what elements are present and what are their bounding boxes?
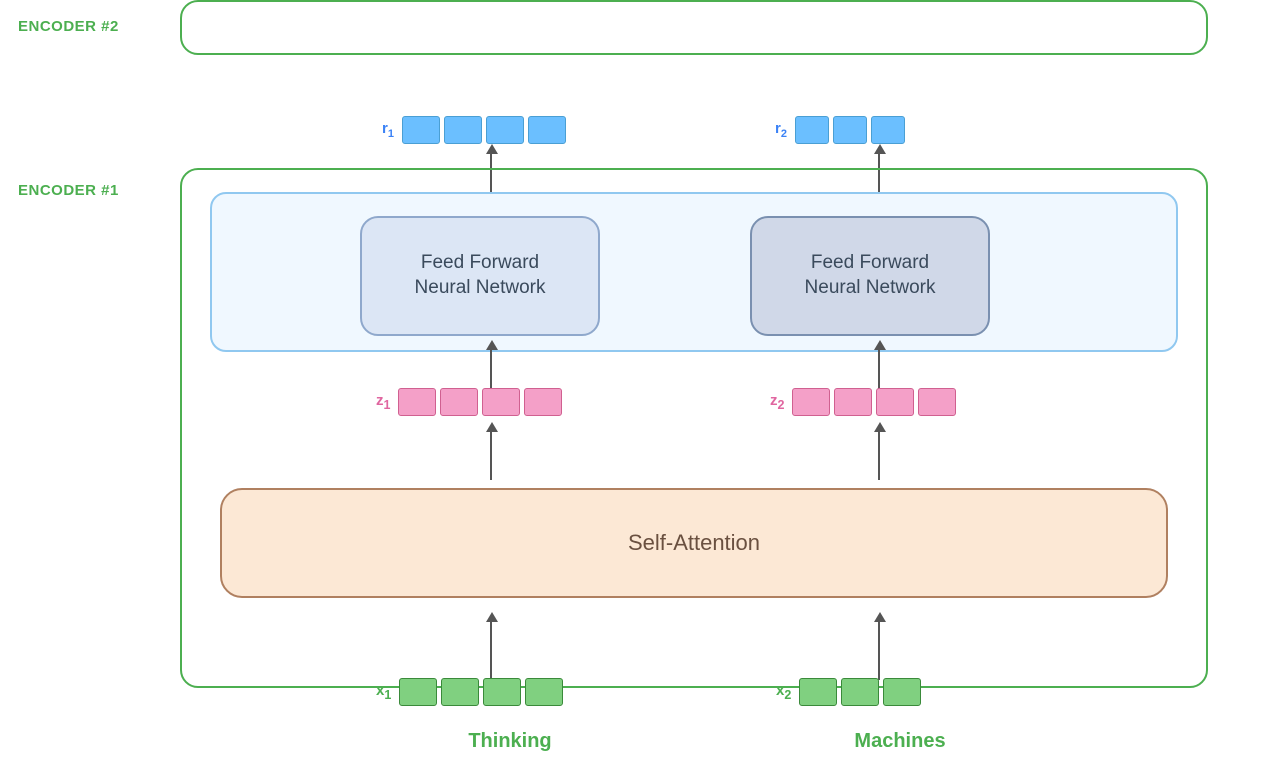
x2-cell-2: [841, 678, 879, 706]
z2-label: z2: [770, 392, 784, 412]
r2-cell-1: [795, 116, 829, 144]
word-machines-label: Machines: [820, 730, 980, 753]
x2-label: x2: [776, 682, 791, 702]
ffnn-right-text: Feed ForwardNeural Network: [805, 251, 936, 300]
x1-cell-2: [441, 678, 479, 706]
x1-label: x1: [376, 682, 391, 702]
diagram-container: ENCODER #2 r1 r2 ENCODER #1 Feed Forward…: [0, 0, 1268, 771]
vector-z1: z1: [376, 388, 562, 416]
x1-cell-4: [525, 678, 563, 706]
arrow-x2-to-sa: [878, 620, 880, 680]
ffnn-left-box: Feed ForwardNeural Network: [360, 216, 600, 336]
ffnn-right-box: Feed ForwardNeural Network: [750, 216, 990, 336]
encoder2-label: ENCODER #2: [18, 18, 119, 35]
x2-cell-3: [883, 678, 921, 706]
r1-label: r1: [382, 120, 394, 140]
vector-x1: x1: [376, 678, 563, 706]
z1-label: z1: [376, 392, 390, 412]
arrow-sa-to-z1: [490, 430, 492, 480]
z2-cell-3: [876, 388, 914, 416]
ffnn-section: [210, 192, 1178, 352]
encoder1-label: ENCODER #1: [18, 182, 119, 199]
r2-label: r2: [775, 120, 787, 140]
r2-cell-2: [833, 116, 867, 144]
z2-cell-1: [792, 388, 830, 416]
r1-cell-1: [402, 116, 440, 144]
ffnn-left-text: Feed ForwardNeural Network: [415, 251, 546, 300]
x1-cell-1: [399, 678, 437, 706]
r1-cell-3: [486, 116, 524, 144]
self-attention-text: Self-Attention: [628, 530, 760, 556]
vector-r2: r2: [775, 116, 905, 144]
z2-cell-4: [918, 388, 956, 416]
self-attention-box: Self-Attention: [220, 488, 1168, 598]
vector-z2: z2: [770, 388, 956, 416]
vector-x2: x2: [776, 678, 921, 706]
z1-cell-2: [440, 388, 478, 416]
word-thinking-label: Thinking: [430, 730, 590, 753]
arrow-sa-to-z2: [878, 430, 880, 480]
r1-cell-4: [528, 116, 566, 144]
encoder2-box: [180, 0, 1208, 55]
x1-cell-3: [483, 678, 521, 706]
z1-cell-3: [482, 388, 520, 416]
z2-cell-2: [834, 388, 872, 416]
vector-r1: r1: [382, 116, 566, 144]
z1-cell-1: [398, 388, 436, 416]
arrow-x1-to-sa: [490, 620, 492, 680]
x2-cell-1: [799, 678, 837, 706]
r2-cell-3: [871, 116, 905, 144]
r1-cell-2: [444, 116, 482, 144]
z1-cell-4: [524, 388, 562, 416]
